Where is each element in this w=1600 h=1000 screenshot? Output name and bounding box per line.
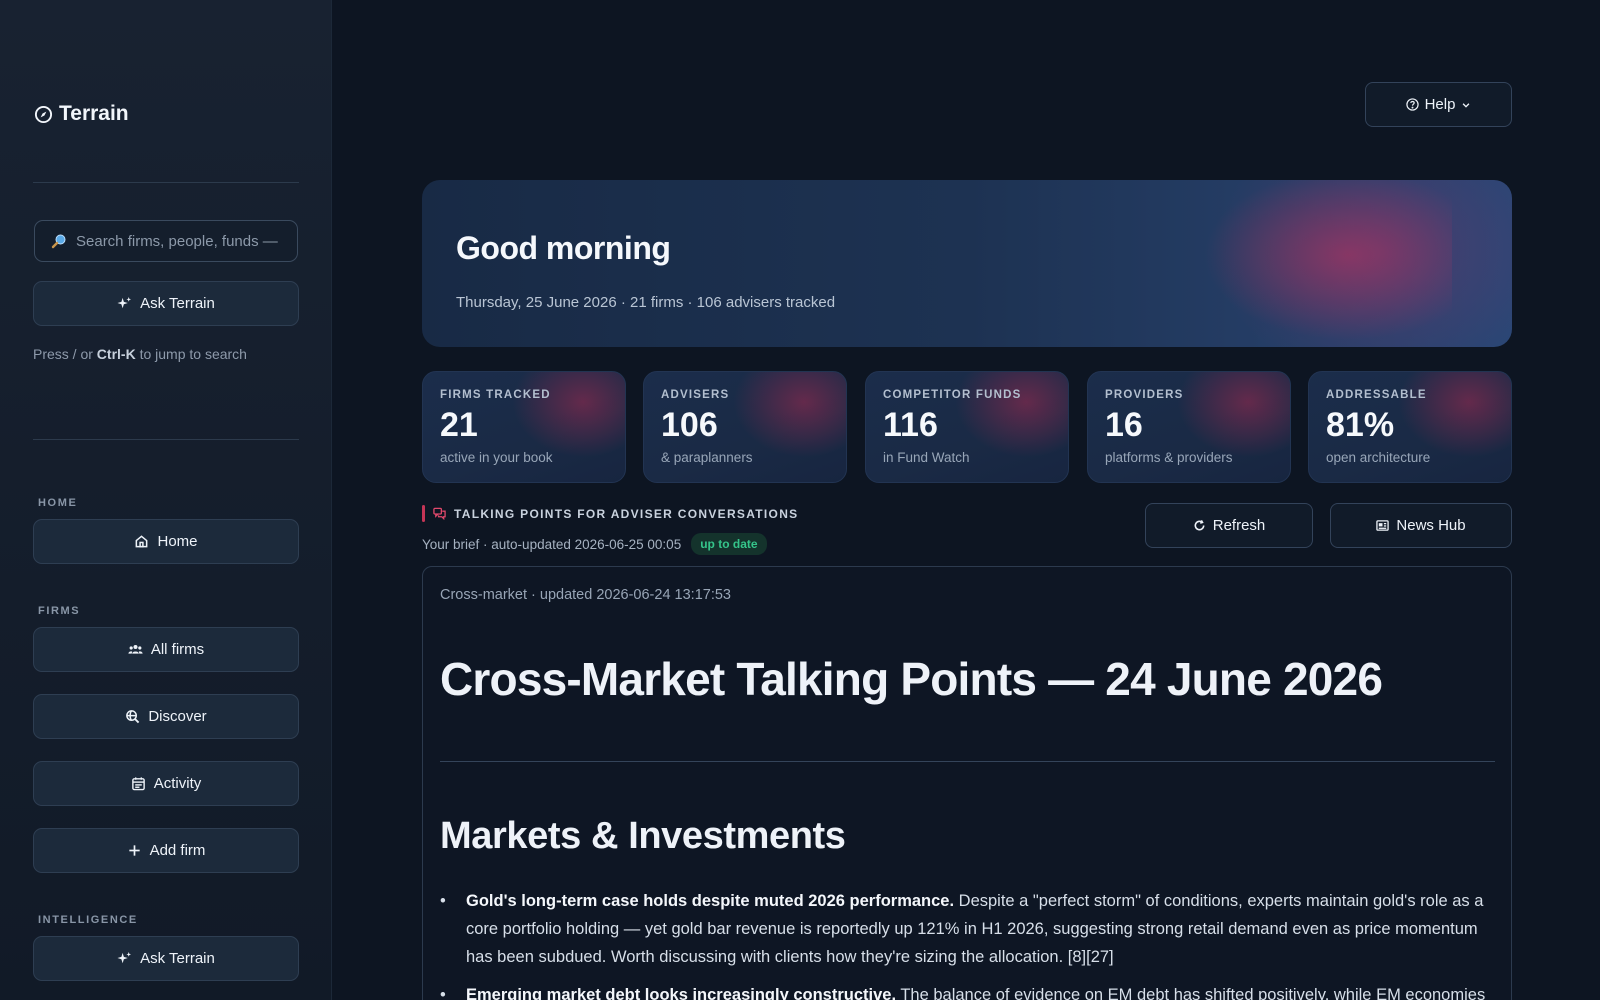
section-heading: Markets & Investments	[440, 815, 846, 857]
accent-bar	[422, 505, 425, 522]
stat-card-addressable[interactable]: ADDRESSABLE 81% open architecture	[1308, 371, 1512, 483]
hint-text-end: to jump to search	[135, 346, 247, 362]
ask-terrain-button[interactable]: Ask Terrain	[33, 281, 299, 326]
stat-subtitle: & paraplanners	[661, 450, 753, 465]
stat-label: PROVIDERS	[1105, 389, 1184, 401]
sidebar-divider	[33, 439, 299, 440]
stat-value: 16	[1105, 406, 1143, 444]
bullet-list: Gold's long-term case holds despite mute…	[440, 887, 1490, 1000]
stat-card-providers[interactable]: PROVIDERS 16 platforms & providers	[1087, 371, 1291, 483]
news-hub-label: News Hub	[1396, 517, 1466, 534]
brand[interactable]: Terrain	[34, 102, 129, 126]
section-label-firms: FIRMS	[38, 605, 81, 617]
sidebar-item-label: Add firm	[149, 842, 206, 859]
stat-subtitle: open architecture	[1326, 450, 1431, 465]
sparkle-icon	[117, 951, 132, 964]
sidebar-item-all-firms[interactable]: All firms	[33, 627, 299, 672]
refresh-label: Refresh	[1212, 517, 1266, 534]
help-label: Help	[1424, 96, 1456, 113]
stat-label: ADVISERS	[661, 389, 730, 401]
chat-bubbles-icon	[433, 507, 446, 520]
talking-points-label: TALKING POINTS FOR ADVISER CONVERSATIONS	[454, 506, 799, 521]
stat-value: 21	[440, 406, 478, 444]
stat-value: 106	[661, 406, 718, 444]
stat-label: COMPETITOR FUNDS	[883, 389, 1022, 401]
sidebar-item-label: All firms	[150, 641, 205, 658]
people-icon	[128, 645, 143, 654]
stat-subtitle: in Fund Watch	[883, 450, 970, 465]
sidebar-item-label: Home	[157, 533, 198, 550]
stat-card-firms[interactable]: FIRMS TRACKED 21 active in your book	[422, 371, 626, 483]
chevron-down-icon	[1463, 102, 1470, 108]
stat-card-competitor-funds[interactable]: COMPETITOR FUNDS 116 in Fund Watch	[865, 371, 1069, 483]
plus-icon	[128, 845, 140, 856]
calendar-icon	[131, 777, 145, 791]
bullet-lead: Gold's long-term case holds despite mute…	[466, 892, 955, 910]
stat-card-advisers[interactable]: ADVISERS 106 & paraplanners	[643, 371, 847, 483]
brand-name: Terrain	[59, 102, 129, 125]
sidebar-item-label: Ask Terrain	[140, 950, 215, 967]
talking-points-heading: TALKING POINTS FOR ADVISER CONVERSATIONS	[422, 505, 798, 522]
article-meta: Cross-market · updated 2026-06-24 13:17:…	[440, 587, 731, 603]
stat-value: 116	[883, 406, 938, 444]
article-title: Cross-Market Talking Points — 24 June 20…	[440, 653, 1383, 705]
stat-label: FIRMS TRACKED	[440, 389, 551, 401]
refresh-button[interactable]: Refresh	[1145, 503, 1313, 548]
list-item: Gold's long-term case holds despite mute…	[440, 887, 1490, 971]
sidebar-item-label: Discover	[148, 708, 207, 725]
section-label-home: HOME	[38, 497, 78, 509]
sidebar-item-activity[interactable]: Activity	[33, 761, 299, 806]
sidebar-item-label: Activity	[153, 775, 202, 792]
hint-shortcut: Ctrl-K	[96, 346, 136, 362]
stat-value: 81%	[1326, 406, 1395, 444]
brief-status: Your brief · auto-updated 2026-06-25 00:…	[422, 533, 767, 555]
sidebar-item-ask-terrain[interactable]: Ask Terrain	[33, 936, 299, 981]
sidebar-item-discover[interactable]: Discover	[33, 694, 299, 739]
stat-subtitle: platforms & providers	[1105, 450, 1233, 465]
sidebar: Terrain Ask Terrain Press / or Ctrl-K to…	[0, 0, 332, 1000]
article-divider	[440, 761, 1495, 762]
greeting-banner: Good morning Thursday, 25 June 2026 · 21…	[422, 180, 1512, 347]
greeting-title: Good morning	[456, 230, 671, 266]
question-circle-icon	[1405, 98, 1419, 111]
newspaper-icon	[1376, 520, 1390, 531]
sidebar-item-home[interactable]: Home	[33, 519, 299, 564]
hint-text: Press / or	[33, 346, 97, 362]
refresh-icon	[1194, 520, 1205, 531]
ask-terrain-label: Ask Terrain	[140, 295, 215, 312]
compass-icon	[34, 105, 53, 123]
status-badge: up to date	[691, 533, 767, 555]
search-box[interactable]	[34, 220, 298, 262]
search-hint: Press / or Ctrl-K to jump to search	[33, 346, 247, 362]
stat-label: ADDRESSABLE	[1326, 389, 1427, 401]
house-icon	[136, 535, 148, 548]
search-globe-icon	[126, 710, 140, 724]
sidebar-divider	[33, 182, 299, 183]
search-icon	[51, 234, 66, 249]
help-button[interactable]: Help	[1365, 82, 1512, 127]
search-input[interactable]	[76, 232, 286, 250]
list-item: Emerging market debt looks increasingly …	[440, 981, 1490, 1000]
sidebar-item-add-firm[interactable]: Add firm	[33, 828, 299, 873]
news-hub-button[interactable]: News Hub	[1330, 503, 1512, 548]
section-label-intelligence: INTELLIGENCE	[38, 914, 138, 926]
stat-subtitle: active in your book	[440, 450, 553, 465]
brief-text: Your brief · auto-updated 2026-06-25 00:…	[422, 536, 682, 552]
talking-points-article: Cross-market · updated 2026-06-24 13:17:…	[422, 566, 1512, 1000]
greeting-subtitle: Thursday, 25 June 2026 · 21 firms · 106 …	[456, 294, 836, 311]
sparkle-icon	[117, 296, 132, 309]
bullet-lead: Emerging market debt looks increasingly …	[466, 986, 897, 1000]
